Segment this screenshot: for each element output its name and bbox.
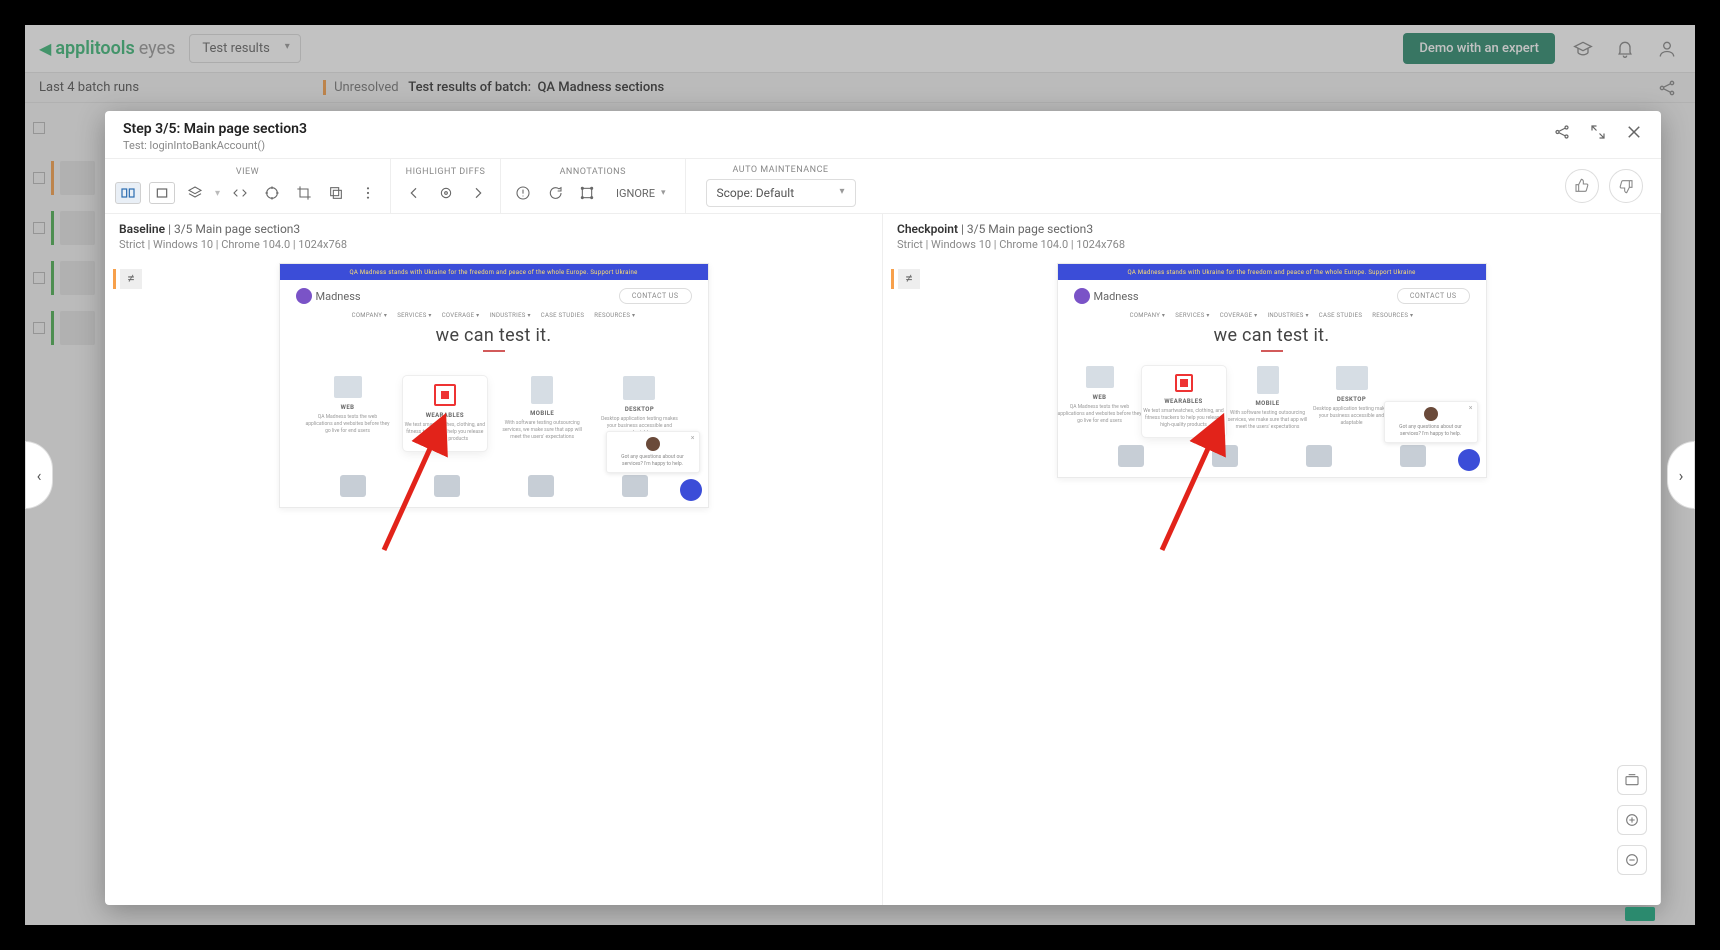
banner-text: QA Madness stands with Ukraine for the f…	[280, 264, 708, 280]
crop-icon[interactable]	[292, 181, 316, 205]
thumbs-down-button[interactable]	[1609, 169, 1643, 203]
compare-area: Baseline | 3/5 Main page section3 Strict…	[105, 214, 1661, 905]
target-icon[interactable]	[260, 181, 284, 205]
next-diff-icon[interactable]	[466, 181, 490, 205]
checkpoint-screenshot[interactable]: QA Madness stands with Ukraine for the f…	[1057, 263, 1487, 478]
thumbs-up-button[interactable]	[1565, 169, 1599, 203]
share-icon[interactable]	[1553, 123, 1571, 141]
contact-button: CONTACT US	[619, 288, 692, 304]
shot-nav: COMPANY ▾SERVICES ▾COVERAGE ▾INDUSTRIES …	[280, 312, 708, 319]
copy-icon[interactable]	[324, 181, 348, 205]
scope-select[interactable]: Scope: Default	[706, 179, 856, 207]
issue-icon[interactable]	[511, 181, 535, 205]
step-title: Step 3/5: Main page section3	[123, 121, 1553, 137]
chat-tooltip: ×Got any questions about our services? I…	[606, 431, 700, 473]
status-chip	[1625, 907, 1655, 921]
remark-icon[interactable]	[543, 181, 567, 205]
code-icon[interactable]	[228, 181, 252, 205]
checkpoint-meta: Strict | Windows 10 | Chrome 104.0 | 102…	[897, 238, 1646, 251]
chat-bubble-icon	[680, 479, 702, 501]
modal-header: Step 3/5: Main page section3 Test: login…	[105, 111, 1661, 158]
checkpoint-title: Checkpoint	[897, 222, 958, 236]
diff-target-icon[interactable]	[434, 181, 458, 205]
prev-diff-icon[interactable]	[402, 181, 426, 205]
checkpoint-pane: Checkpoint | 3/5 Main page section3 Stri…	[883, 214, 1661, 905]
zoom-in-button[interactable]	[1617, 805, 1647, 835]
fit-button[interactable]	[1617, 765, 1647, 795]
view-side-by-side-button[interactable]	[115, 182, 141, 204]
zoom-out-button[interactable]	[1617, 845, 1647, 875]
diff-pill-checkpoint[interactable]: ≠	[891, 269, 920, 289]
checkpoint-step-desc: 3/5 Main page section3	[967, 222, 1093, 236]
auto-maintenance-label: AUTO MAINTENANCE	[732, 165, 828, 175]
test-name: Test: loginIntoBankAccount()	[123, 139, 1553, 152]
ignore-dropdown[interactable]: IGNORE▾	[607, 182, 674, 205]
expand-icon[interactable]	[1589, 123, 1607, 141]
baseline-step-desc: 3/5 Main page section3	[174, 222, 300, 236]
layers-icon[interactable]	[183, 181, 207, 205]
baseline-meta: Strict | Windows 10 | Chrome 104.0 | 102…	[119, 238, 868, 251]
baseline-title: Baseline	[119, 222, 165, 236]
brand: Madness	[296, 288, 361, 304]
baseline-pane: Baseline | 3/5 Main page section3 Strict…	[105, 214, 883, 905]
chevron-down-icon[interactable]: ▾	[215, 188, 220, 199]
highlight-diffs-label: HIGHLIGHT DIFFS	[406, 167, 486, 177]
annotations-label: ANNOTATIONS	[560, 167, 626, 177]
baseline-screenshot[interactable]: QA Madness stands with Ukraine for the f…	[279, 263, 709, 508]
close-icon[interactable]	[1625, 123, 1643, 141]
hero-text: we can test it.	[280, 319, 708, 366]
toolbar: VIEW ▾ HIGHLIGHT DIFFS	[105, 158, 1661, 214]
diff-pill-baseline[interactable]: ≠	[113, 269, 142, 289]
view-single-button[interactable]	[149, 182, 175, 204]
view-label: VIEW	[236, 167, 259, 177]
zoom-controls	[1617, 765, 1647, 875]
region-icon[interactable]	[575, 181, 599, 205]
more-icon[interactable]	[356, 181, 380, 205]
step-modal: Step 3/5: Main page section3 Test: login…	[105, 111, 1661, 905]
